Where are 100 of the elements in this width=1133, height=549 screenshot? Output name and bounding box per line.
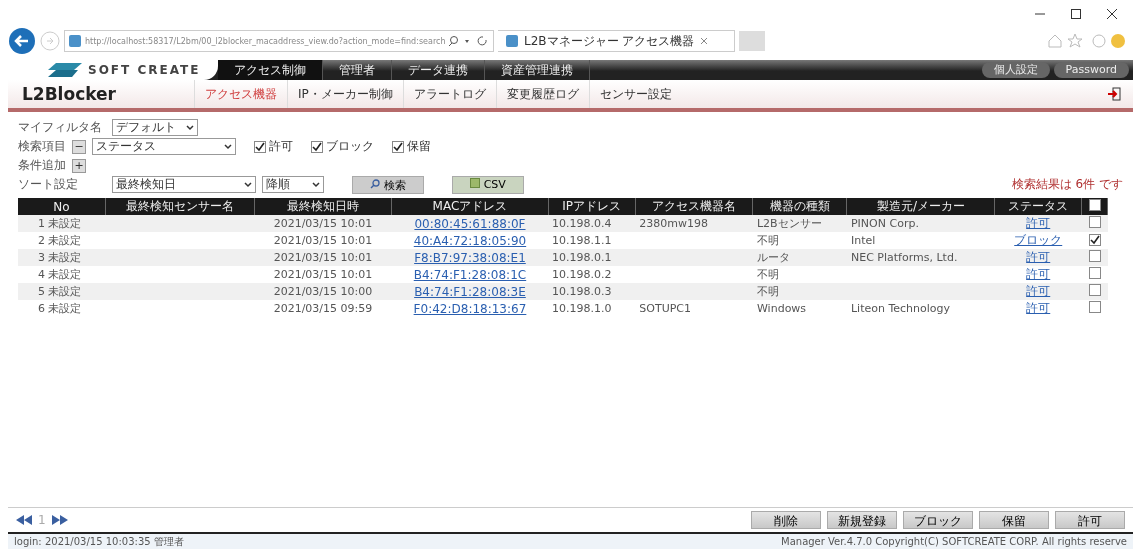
table-cell: SOTUPC1 [639, 302, 692, 315]
status-checkbox[interactable] [311, 140, 323, 153]
table-cell: 2021/03/15 10:01 [254, 215, 392, 232]
search-item-select[interactable]: ステータス [92, 138, 236, 155]
caret-icon [312, 181, 320, 188]
status-checkbox[interactable] [392, 140, 404, 153]
order-select[interactable]: 降順 [262, 176, 324, 193]
remove-condition-button[interactable]: − [72, 139, 86, 154]
action-button[interactable]: 削除 [751, 511, 821, 529]
row-checkbox[interactable] [1088, 250, 1101, 262]
column-header: ステータス [994, 198, 1082, 215]
table-cell: 10.198.0.2 [548, 266, 636, 283]
sort-select[interactable]: 最終検知日 [112, 176, 256, 193]
checkbox-label: 許可 [269, 138, 293, 155]
column-header: アクセス機器名 [635, 198, 753, 215]
subnav-tab[interactable]: IP・メーカー制御 [287, 80, 403, 108]
page-number: 1 [38, 513, 46, 527]
logout-icon[interactable] [1107, 87, 1121, 101]
column-header: 製造元/メーカー [847, 198, 995, 215]
table-cell: L2Bセンサー [753, 215, 847, 232]
filter-select[interactable]: デフォルト [112, 119, 198, 136]
mac-link[interactable]: 40:A4:72:18:05:90 [413, 233, 527, 248]
caret-icon [224, 143, 232, 150]
action-button[interactable]: ブロック [903, 511, 973, 529]
table-cell: 2021/03/15 09:59 [254, 300, 392, 317]
action-button[interactable]: 保留 [979, 511, 1049, 529]
caret-icon [186, 124, 194, 131]
spreadsheet-icon [470, 178, 481, 188]
table-cell: 4 未設定 [18, 266, 106, 283]
header-link[interactable]: Password [1053, 62, 1129, 78]
brand-logo: SOFT CREATE [8, 60, 219, 80]
search-button[interactable]: 検索 [352, 175, 424, 194]
logo-icon [48, 63, 82, 77]
row-checkbox[interactable] [1088, 284, 1101, 296]
status-link[interactable]: ブロック [1014, 233, 1063, 247]
row-checkbox[interactable] [1088, 301, 1101, 313]
row-checkbox[interactable] [1088, 216, 1101, 228]
first-page-icon[interactable] [16, 515, 32, 525]
table-cell: ルータ [753, 249, 847, 266]
subnav-tab[interactable]: センサー設定 [588, 80, 682, 108]
table-cell: 2380mw198 [639, 217, 708, 230]
page-icon [69, 35, 81, 47]
table-cell: 2021/03/15 10:01 [254, 249, 392, 266]
table-cell: 2021/03/15 10:01 [254, 266, 392, 283]
checkbox-label: 保留 [407, 138, 431, 155]
table-cell: 2 未設定 [18, 232, 106, 249]
table-cell: Intel [851, 234, 876, 247]
table-cell: PINON Corp. [851, 217, 919, 230]
table-cell: 6 未設定 [18, 300, 106, 317]
close-icon[interactable] [1107, 9, 1117, 19]
column-header: 機器の種類 [753, 198, 847, 215]
table-cell: 10.198.0.1 [548, 249, 636, 266]
table-cell: 3 未設定 [18, 249, 106, 266]
caret-icon [244, 181, 252, 188]
table-cell: 1 未設定 [18, 215, 106, 232]
field-label: ソート設定 [18, 176, 79, 193]
subnav-tab[interactable]: アクセス機器 [194, 80, 287, 108]
mac-link[interactable]: B4:74:F1:28:08:1C [413, 267, 527, 282]
nav-tab[interactable]: アクセス制御 [218, 60, 324, 80]
result-count: 検索結果は 6件 です [1011, 176, 1123, 193]
back-icon[interactable] [8, 27, 36, 55]
column-header: No [18, 198, 106, 215]
table-cell: 10.198.1.1 [548, 232, 636, 249]
field-label: マイフィルタ名 [18, 119, 103, 136]
action-button[interactable]: 許可 [1055, 511, 1125, 529]
select-all-checkbox[interactable] [1088, 199, 1101, 211]
address-bar[interactable]: http://localhost:58317/L2bm/00_l2blocker_macaddress_view.do?action_mode=find:search [64, 30, 494, 52]
table-cell: Liteon Technology [851, 302, 951, 315]
product-logo: L2Blocker [21, 84, 117, 104]
table-cell: NEC Platforms, Ltd. [851, 251, 958, 264]
table-cell: 10.198.0.3 [548, 283, 636, 300]
column-header: 最終検知日時 [254, 198, 392, 215]
checkbox-label: ブロック [326, 138, 374, 155]
status-link[interactable]: 許可 [1026, 301, 1051, 315]
csv-button[interactable]: CSV [452, 175, 524, 194]
search-icon [370, 178, 381, 189]
add-condition-button[interactable]: + [72, 158, 86, 173]
header-link[interactable]: 個人設定 [981, 62, 1050, 78]
column-header: 最終検知センサー名 [105, 198, 255, 215]
field-label: 検索項目 [18, 138, 66, 155]
mac-link[interactable]: F0:42:D8:18:13:67 [413, 301, 527, 316]
table-cell: Windows [753, 300, 847, 317]
page-icon [506, 35, 518, 47]
column-header: IPアドレス [548, 198, 636, 215]
last-page-icon[interactable] [51, 515, 68, 525]
subnav-tab[interactable]: 変更履歴ログ [495, 80, 589, 108]
status-link[interactable]: 許可 [1026, 267, 1051, 281]
row-checkbox[interactable] [1088, 233, 1101, 246]
maximize-icon[interactable] [1071, 9, 1081, 19]
browser-tab[interactable]: L2Bマネージャー アクセス機器 [498, 30, 735, 52]
row-checkbox[interactable] [1088, 267, 1101, 279]
search-refresh-icons-drawing[interactable] [449, 35, 489, 47]
table-cell: 2021/03/15 10:00 [254, 283, 392, 300]
status-checkbox[interactable] [254, 140, 266, 153]
login-info: login: 2021/03/15 10:03:35 管理者 [14, 534, 184, 549]
action-button[interactable]: 新規登録 [827, 511, 897, 529]
table-cell: 2021/03/15 10:01 [254, 232, 392, 249]
table-cell: 5 未設定 [18, 283, 106, 300]
subnav-tab[interactable]: アラートログ [402, 80, 496, 108]
table-cell: 10.198.0.4 [548, 215, 636, 232]
